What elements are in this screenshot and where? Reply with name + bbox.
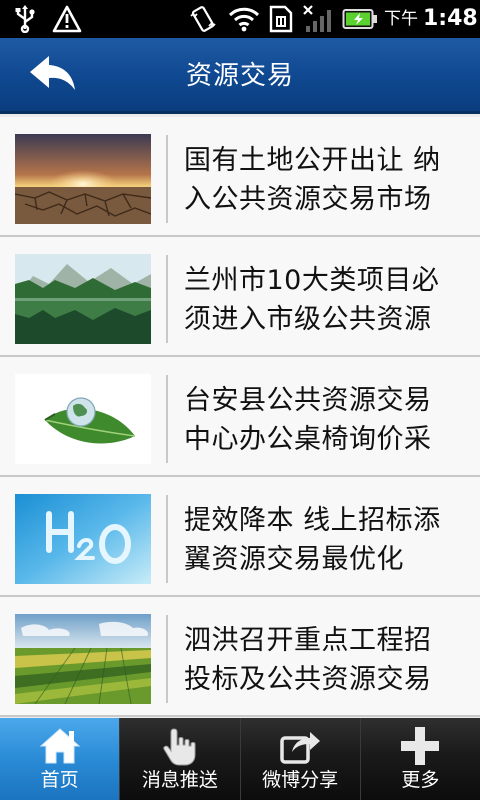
nav-label-home: 首页: [40, 769, 79, 791]
sim-icon: [266, 0, 296, 38]
item-divider: [166, 375, 168, 463]
alert-icon: [50, 0, 84, 38]
signal-icon: [300, 0, 336, 38]
item-divider: [166, 615, 168, 703]
thumbnail-mountain-lake: [15, 254, 151, 344]
nav-home[interactable]: 首页: [0, 718, 120, 800]
news-list: 国有土地公开出让 纳 入公共资源交易市场 兰州市10大类项目必 须进入市级公共资…: [0, 117, 480, 718]
status-ampm: 下午: [384, 9, 418, 29]
bottom-nav: 首页 消息推送 微博分享 更多: [0, 718, 480, 800]
list-item[interactable]: 提效降本 线上招标添 翼资源交易最优化: [0, 477, 480, 597]
wifi-icon: [226, 0, 262, 38]
list-item-title: 国有土地公开出让 纳 入公共资源交易市场: [184, 145, 441, 215]
title-bar: 资源交易: [0, 38, 480, 114]
plus-icon: [361, 724, 480, 768]
list-item-title: 兰州市10大类项目必 须进入市级公共资源: [184, 265, 440, 335]
home-icon: [0, 724, 119, 768]
thumbnail-cracked-earth: [15, 134, 151, 224]
list-item-title: 提效降本 线上招标添 翼资源交易最优化: [184, 505, 441, 575]
list-item[interactable]: 泗洪召开重点工程招 投标及公共资源交易: [0, 597, 480, 717]
list-item-title: 泗洪召开重点工程招 投标及公共资源交易: [184, 625, 432, 695]
item-divider: [166, 255, 168, 343]
item-divider: [166, 135, 168, 223]
item-divider: [166, 495, 168, 583]
nav-label-weibo-share: 微博分享: [262, 769, 339, 791]
nav-push-messages[interactable]: 消息推送: [119, 718, 240, 800]
vibrate-icon: [186, 0, 220, 38]
status-clock: 1:48: [423, 6, 478, 31]
thumbnail-farm-fields: [15, 614, 151, 704]
battery-icon: [340, 0, 380, 38]
list-item[interactable]: 台安县公共资源交易 中心办公桌椅询价采: [0, 357, 480, 477]
page-title: 资源交易: [185, 61, 294, 91]
thumbnail-globe-leaf: [15, 374, 151, 464]
nav-more[interactable]: 更多: [359, 718, 480, 800]
list-item[interactable]: 国有土地公开出让 纳 入公共资源交易市场: [0, 117, 480, 237]
status-bar: 下午 1:48: [0, 0, 480, 38]
thumbnail-h2o-water: [15, 494, 151, 584]
list-item-title: 台安县公共资源交易 中心办公桌椅询价采: [184, 385, 432, 455]
share-icon: [241, 724, 360, 768]
nav-weibo-share[interactable]: 微博分享: [239, 718, 360, 800]
tap-hand-icon: [120, 724, 239, 768]
nav-label-more: 更多: [401, 769, 440, 791]
usb-icon: [12, 0, 38, 38]
list-item[interactable]: 兰州市10大类项目必 须进入市级公共资源: [0, 237, 480, 357]
nav-label-push-messages: 消息推送: [141, 769, 218, 791]
